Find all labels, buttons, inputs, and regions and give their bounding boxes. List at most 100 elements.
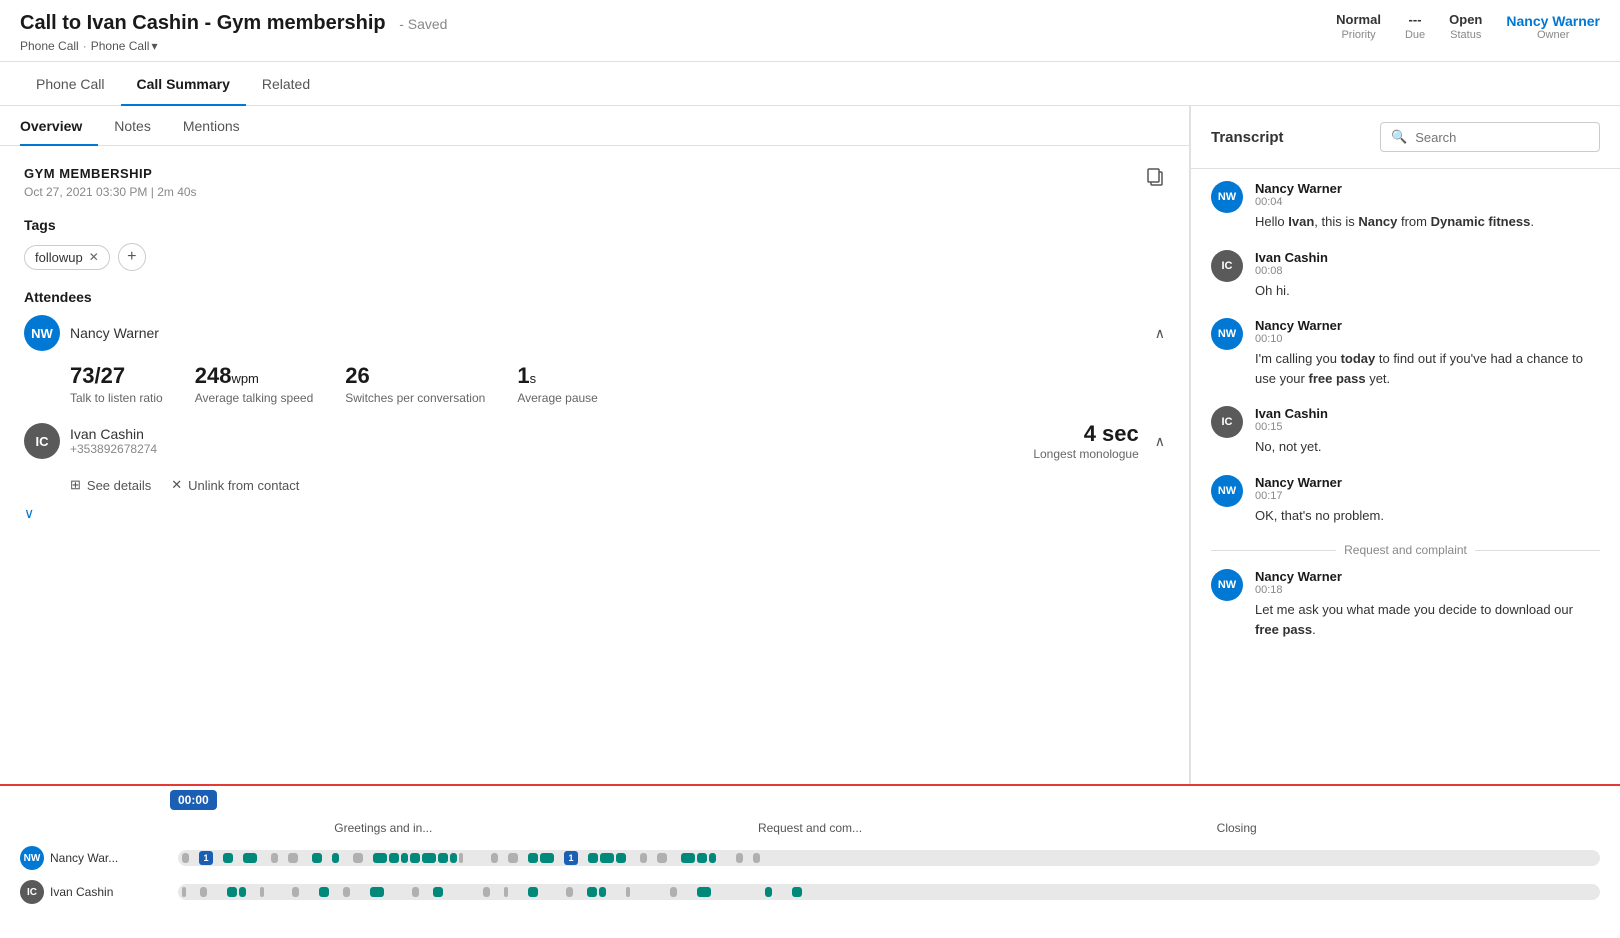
timeline-bar: 00:00 Greetings and in... Request and co… (0, 784, 1620, 924)
status-label: Status (1450, 29, 1481, 41)
track-row-ic: IC Ivan Cashin (20, 878, 1600, 906)
transcript-right-5: Nancy Warner 00:17 OK, that's no problem… (1255, 475, 1384, 526)
transcript-text-4: No, not yet. (1255, 437, 1328, 457)
transcript-right-6: Nancy Warner 00:18 Let me ask you what m… (1255, 569, 1600, 639)
separator-dot: · (83, 39, 87, 53)
tags-row: followup ✕ + (24, 243, 1165, 271)
transcript-panel: Transcript 🔍 NW Nancy Warner 00:04 Hello… (1190, 106, 1620, 784)
owner-meta[interactable]: Nancy Warner Owner (1506, 13, 1600, 41)
track-content-ic[interactable] (178, 884, 1600, 900)
unlink-contact-link[interactable]: ✕ Unlink from contact (171, 477, 299, 493)
see-details-link[interactable]: ⊞ See details (70, 477, 151, 493)
priority-value: Normal (1336, 12, 1381, 27)
transcript-time-1: 00:04 (1255, 196, 1534, 208)
attendee-info-nw: NW Nancy Warner (24, 315, 159, 351)
stat-switches-value: 26 (345, 363, 485, 389)
phone-call-dropdown[interactable]: Phone Call ▾ (91, 39, 158, 53)
subtab-mentions[interactable]: Mentions (183, 106, 256, 146)
due-value: --- (1409, 12, 1422, 27)
transcript-name-3: Nancy Warner (1255, 318, 1600, 333)
track-label-ic: IC Ivan Cashin (20, 880, 170, 904)
transcript-avatar-nw3: NW (1211, 475, 1243, 507)
tag-remove-button[interactable]: ✕ (89, 250, 99, 264)
unlink-icon: ✕ (171, 477, 182, 493)
title-text: Call to Ivan Cashin - Gym membership (20, 12, 386, 34)
transcript-right-2: Ivan Cashin 00:08 Oh hi. (1255, 250, 1328, 301)
transcript-avatar-nw4: NW (1211, 569, 1243, 601)
page-title: Call to Ivan Cashin - Gym membership - S… (20, 12, 447, 35)
transcript-title: Transcript (1211, 129, 1284, 146)
attendee-info-ic: IC Ivan Cashin +353892678274 (24, 423, 157, 459)
header-left: Call to Ivan Cashin - Gym membership - S… (20, 12, 447, 53)
section-divider-request: Request and complaint (1211, 543, 1600, 557)
page-header: Call to Ivan Cashin - Gym membership - S… (0, 0, 1620, 62)
transcript-time-4: 00:15 (1255, 421, 1328, 433)
stat-pause: 1s Average pause (517, 363, 598, 405)
overview-content: GYM MEMBERSHIP Oct 27, 2021 03:30 PM | 2… (0, 146, 1189, 542)
tab-phone-call[interactable]: Phone Call (20, 62, 121, 106)
stat-wpm-label: Average talking speed (195, 391, 314, 405)
status-value: Open (1449, 12, 1482, 27)
action-links: ⊞ See details ✕ Unlink from contact (24, 477, 1165, 493)
timeline-sections: Greetings and in... Request and com... C… (0, 816, 1620, 840)
track-content-nw[interactable]: 1 (178, 850, 1600, 866)
stat-ratio-value: 73/27 (70, 363, 163, 389)
gym-title: GYM MEMBERSHIP (24, 166, 197, 181)
transcript-right-4: Ivan Cashin 00:15 No, not yet. (1255, 406, 1328, 457)
tag-chip-followup: followup ✕ (24, 245, 110, 270)
attendee-name-nw: Nancy Warner (70, 325, 159, 341)
tags-section-label: Tags (24, 217, 1165, 233)
track-segments-nw: 1 (178, 850, 1600, 866)
transcript-entry-6: NW Nancy Warner 00:18 Let me ask you wha… (1211, 569, 1600, 639)
monologue-label: Longest monologue (1033, 447, 1138, 461)
track-label-nw: NW Nancy War... (20, 846, 170, 870)
avatar-nw: NW (24, 315, 60, 351)
attendee-phone-ic: +353892678274 (70, 442, 157, 456)
subtab-overview[interactable]: Overview (20, 106, 98, 146)
stat-switches: 26 Switches per conversation (345, 363, 485, 405)
nw-stats-row: 73/27 Talk to listen ratio 248wpm Averag… (24, 363, 1165, 405)
transcript-text-3: I'm calling you today to find out if you… (1255, 349, 1600, 388)
transcript-entry-5: NW Nancy Warner 00:17 OK, that's no prob… (1211, 475, 1600, 526)
transcript-text-1: Hello Ivan, this is Nancy from Dynamic f… (1255, 212, 1534, 232)
attendee-name-ic: Ivan Cashin (70, 426, 157, 442)
timeline-tracks: NW Nancy War... 1 (0, 840, 1620, 924)
transcript-search-box[interactable]: 🔍 (1380, 122, 1600, 152)
avatar-ic: IC (24, 423, 60, 459)
transcript-entry-3: NW Nancy Warner 00:10 I'm calling you to… (1211, 318, 1600, 388)
owner-name[interactable]: Nancy Warner (1506, 13, 1600, 29)
priority-label: Priority (1341, 29, 1375, 41)
search-input[interactable] (1415, 130, 1589, 145)
priority-meta: Normal Priority (1336, 12, 1381, 41)
search-icon: 🔍 (1391, 129, 1407, 145)
main-content: Overview Notes Mentions GYM MEMBERSHIP O… (0, 106, 1620, 784)
transcript-text-5: OK, that's no problem. (1255, 506, 1384, 526)
tab-related[interactable]: Related (246, 62, 326, 106)
due-label: Due (1405, 29, 1425, 41)
transcript-name-6: Nancy Warner (1255, 569, 1600, 584)
stat-wpm: 248wpm Average talking speed (195, 363, 314, 405)
copy-button[interactable] (1145, 166, 1165, 189)
saved-label: - Saved (399, 16, 447, 32)
track-name-ic: Ivan Cashin (50, 885, 113, 899)
stat-ratio-label: Talk to listen ratio (70, 391, 163, 405)
tag-value: followup (35, 250, 83, 265)
transcript-time-5: 00:17 (1255, 490, 1384, 502)
expand-button[interactable]: ∨ (24, 505, 1165, 522)
tab-call-summary[interactable]: Call Summary (121, 62, 246, 106)
sub-tabs: Overview Notes Mentions (0, 106, 1189, 146)
tag-add-button[interactable]: + (118, 243, 146, 271)
transcript-right-1: Nancy Warner 00:04 Hello Ivan, this is N… (1255, 181, 1534, 232)
attendees-label: Attendees (24, 289, 1165, 305)
subtab-notes[interactable]: Notes (114, 106, 167, 146)
track-name-nw: Nancy War... (50, 851, 118, 865)
stat-switches-label: Switches per conversation (345, 391, 485, 405)
page-subtitle: Phone Call · Phone Call ▾ (20, 39, 447, 53)
attendee-collapse-nw[interactable]: ∧ (1155, 325, 1165, 342)
transcript-name-1: Nancy Warner (1255, 181, 1534, 196)
transcript-name-4: Ivan Cashin (1255, 406, 1328, 421)
transcript-time-6: 00:18 (1255, 584, 1600, 596)
transcript-right-3: Nancy Warner 00:10 I'm calling you today… (1255, 318, 1600, 388)
attendee-collapse-ic[interactable]: ∧ (1155, 433, 1165, 450)
status-meta: Open Status (1449, 12, 1482, 41)
